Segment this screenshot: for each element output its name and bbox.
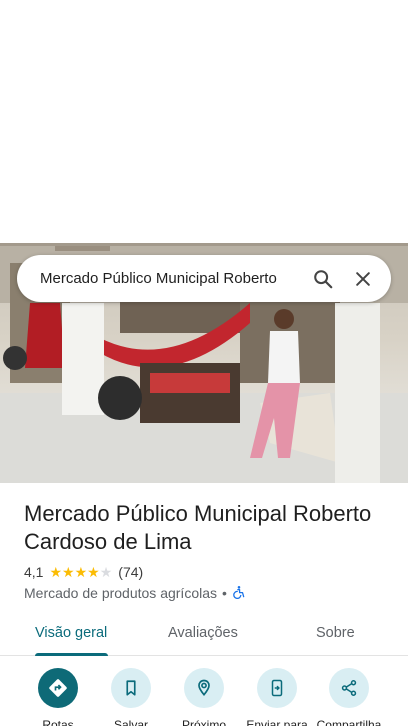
share-label: Compartilha xyxy=(316,718,382,726)
nearby-button[interactable]: Próximo xyxy=(164,668,244,726)
separator-dot: • xyxy=(222,585,227,601)
action-buttons: Rotas Salvar Próximo Enviar para Compart… xyxy=(0,668,408,726)
tab-about[interactable]: Sobre xyxy=(316,610,355,656)
place-category: Mercado de produtos agrícolas xyxy=(24,585,217,601)
rating-value: 4,1 xyxy=(24,564,44,580)
directions-button[interactable]: Rotas xyxy=(18,668,98,726)
place-tabs: Visão geral Avaliações Sobre xyxy=(0,610,408,656)
search-icon[interactable] xyxy=(307,263,339,295)
rating-row[interactable]: 4,1 ★ ★ ★ ★ ★ (74) xyxy=(24,563,143,581)
place-title: Mercado Público Municipal Roberto Cardos… xyxy=(24,501,372,554)
search-bar[interactable]: Mercado Público Municipal Roberto xyxy=(17,255,391,302)
active-tab-indicator xyxy=(35,653,108,656)
star-icon: ★ xyxy=(87,564,100,580)
directions-icon xyxy=(38,668,78,708)
map-area[interactable] xyxy=(0,0,408,243)
bookmark-icon xyxy=(111,668,151,708)
wheelchair-accessible-icon xyxy=(232,585,246,602)
directions-label: Rotas xyxy=(42,718,74,726)
star-icon: ★ xyxy=(49,564,63,580)
share-icon xyxy=(329,668,369,708)
star-icon: ★ xyxy=(74,564,88,580)
review-count[interactable]: (74) xyxy=(118,564,143,580)
star-icon: ★ xyxy=(62,564,75,580)
send-to-phone-button[interactable]: Enviar para xyxy=(237,668,317,726)
rating-stars: ★ ★ ★ ★ ★ xyxy=(49,565,112,579)
save-button[interactable]: Salvar xyxy=(91,668,171,726)
nearby-label: Próximo xyxy=(181,718,226,726)
tab-overview[interactable]: Visão geral xyxy=(35,610,107,656)
star-empty-icon: ★ xyxy=(99,564,113,580)
search-input[interactable]: Mercado Público Municipal Roberto xyxy=(40,270,299,287)
nearby-icon xyxy=(184,668,224,708)
category-row: Mercado de produtos agrícolas • xyxy=(24,584,246,602)
send-to-phone-icon xyxy=(257,668,297,708)
tab-reviews[interactable]: Avaliações xyxy=(168,610,238,656)
close-icon[interactable] xyxy=(347,263,379,295)
save-label: Salvar xyxy=(113,718,148,726)
share-button[interactable]: Compartilha xyxy=(309,668,389,726)
send-to-phone-label: Enviar para xyxy=(246,718,308,726)
